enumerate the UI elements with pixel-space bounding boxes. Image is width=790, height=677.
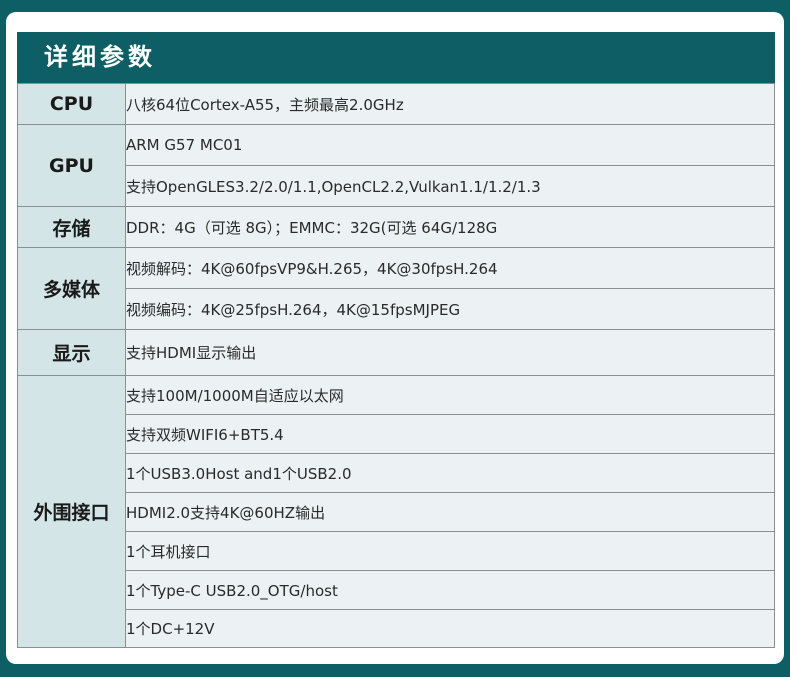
page-title: 详细参数 bbox=[44, 43, 156, 71]
table-row: 显示 支持HDMI显示输出 bbox=[17, 329, 775, 376]
category-display: 显示 bbox=[17, 329, 126, 376]
category-multimedia: 多媒体 bbox=[17, 247, 126, 330]
table-row: 存储 DDR：4G（可选 8G）；EMMC：32G(可选 64G/128G bbox=[17, 206, 775, 248]
category-storage: 存储 bbox=[17, 206, 126, 248]
category-cpu: CPU bbox=[17, 83, 126, 125]
spec-value: 1个耳机接口 bbox=[125, 531, 775, 571]
spec-value: 支持OpenGLES3.2/2.0/1.1,OpenCL2.2,Vulkan1.… bbox=[125, 165, 775, 207]
spec-table: CPU 八核64位Cortex-A55，主频最高2.0GHz GPU ARM G… bbox=[17, 83, 775, 648]
spec-value: 八核64位Cortex-A55，主频最高2.0GHz bbox=[125, 83, 775, 125]
spec-value: 1个USB3.0Host and1个USB2.0 bbox=[125, 453, 775, 493]
table-row: 多媒体 视频解码：4K@60fpsVP9&H.265，4K@30fpsH.264 bbox=[17, 247, 775, 330]
table-row: HDMI2.0支持4K@60HZ输出 bbox=[18, 492, 775, 532]
table-row: 1个Type-C USB2.0_OTG/host bbox=[18, 570, 775, 610]
spec-value: 支持100M/1000M自适应以太网 bbox=[125, 375, 775, 415]
table-row: 1个DC+12V bbox=[18, 609, 775, 648]
table-row: 支持双频WIFI6+BT5.4 bbox=[18, 414, 775, 454]
spec-header: 详细参数 bbox=[17, 32, 775, 83]
spec-value: ARM G57 MC01 bbox=[125, 124, 775, 166]
spec-value: HDMI2.0支持4K@60HZ输出 bbox=[125, 492, 775, 532]
table-row: 1个耳机接口 bbox=[18, 531, 775, 571]
spec-value: DDR：4G（可选 8G）；EMMC：32G(可选 64G/128G bbox=[125, 206, 775, 248]
table-row: 支持OpenGLES3.2/2.0/1.1,OpenCL2.2,Vulkan1.… bbox=[18, 165, 775, 207]
table-row: CPU 八核64位Cortex-A55，主频最高2.0GHz bbox=[17, 83, 775, 125]
table-row: 外围接口 支持100M/1000M自适应以太网 bbox=[17, 375, 775, 648]
spec-value: 1个DC+12V bbox=[125, 609, 775, 648]
category-gpu: GPU bbox=[17, 124, 126, 207]
spec-value: 支持双频WIFI6+BT5.4 bbox=[125, 414, 775, 454]
spec-value: 视频编码：4K@25fpsH.264，4K@15fpsMJPEG bbox=[125, 288, 775, 330]
table-row: 1个USB3.0Host and1个USB2.0 bbox=[18, 453, 775, 493]
table-row: GPU ARM G57 MC01 bbox=[17, 124, 775, 207]
category-peripherals: 外围接口 bbox=[17, 375, 126, 648]
spec-value: 视频解码：4K@60fpsVP9&H.265，4K@30fpsH.264 bbox=[125, 247, 775, 289]
spec-value: 支持HDMI显示输出 bbox=[125, 329, 775, 376]
spec-value: 1个Type-C USB2.0_OTG/host bbox=[125, 570, 775, 610]
table-row: 视频编码：4K@25fpsH.264，4K@15fpsMJPEG bbox=[18, 288, 775, 330]
